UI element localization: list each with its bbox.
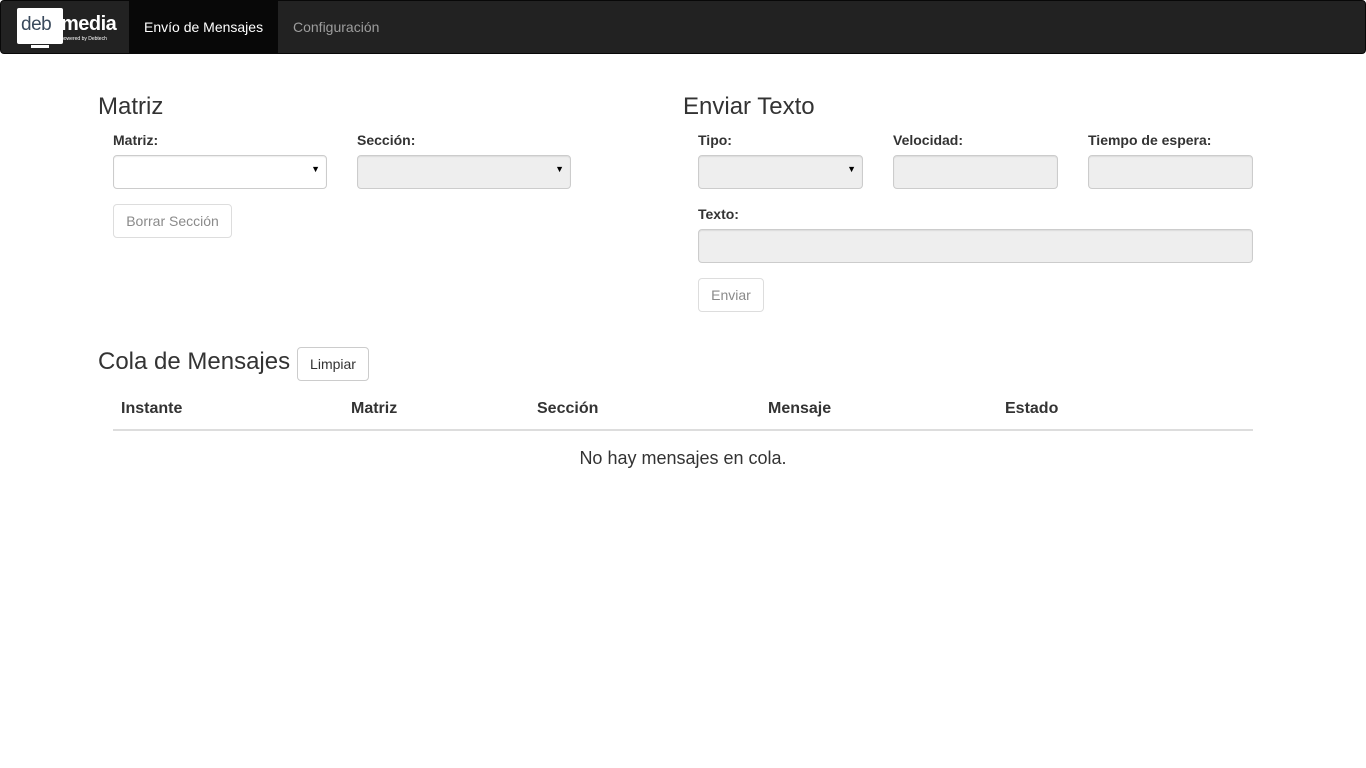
logo-deb-text: deb bbox=[21, 14, 52, 35]
column-header-mensaje: Mensaje bbox=[768, 400, 832, 417]
matriz-heading: Matriz bbox=[98, 93, 164, 120]
brand-logo[interactable]: deb media powered by Debtech bbox=[17, 8, 117, 48]
velocidad-label: Velocidad: bbox=[893, 132, 964, 148]
matriz-label: Matriz: bbox=[113, 132, 159, 148]
chevron-down-icon: ▼ bbox=[555, 164, 564, 174]
top-navbar: deb media powered by Debtech Envío de Me… bbox=[0, 0, 1366, 54]
tiempo-espera-input[interactable] bbox=[1088, 155, 1253, 189]
column-header-seccion: Sección bbox=[537, 400, 599, 417]
tiempo-espera-label: Tiempo de espera: bbox=[1088, 132, 1212, 148]
column-header-estado: Estado bbox=[1005, 400, 1059, 417]
tipo-select[interactable]: ▼ bbox=[698, 155, 863, 189]
chevron-down-icon: ▼ bbox=[847, 164, 856, 174]
logo-media-text: media bbox=[61, 13, 117, 35]
tipo-label: Tipo: bbox=[698, 132, 732, 148]
column-header-instante: Instante bbox=[121, 400, 183, 417]
enviar-button[interactable]: Enviar bbox=[698, 278, 764, 312]
limpiar-button[interactable]: Limpiar bbox=[297, 347, 369, 381]
logo-powered-text: powered by Debtech bbox=[61, 36, 107, 42]
empty-queue-message: No hay mensajes en cola. bbox=[579, 448, 787, 468]
column-header-matriz: Matriz bbox=[351, 400, 398, 417]
borrar-seccion-button[interactable]: Borrar Sección bbox=[113, 204, 232, 238]
enviar-texto-heading: Enviar Texto bbox=[683, 93, 815, 120]
velocidad-input[interactable] bbox=[893, 155, 1058, 189]
texto-label: Texto: bbox=[698, 206, 739, 222]
nav-envio-mensajes[interactable]: Envío de Mensajes bbox=[129, 1, 278, 53]
cola-mensajes-heading: Cola de Mensajes bbox=[98, 348, 291, 375]
table-header-divider bbox=[113, 429, 1253, 431]
logo-stand bbox=[31, 45, 49, 48]
texto-input[interactable] bbox=[698, 229, 1253, 263]
seccion-select[interactable]: ▼ bbox=[357, 155, 571, 189]
seccion-label: Sección: bbox=[357, 132, 416, 148]
matriz-select[interactable]: ▼ bbox=[113, 155, 327, 189]
chevron-down-icon: ▼ bbox=[311, 164, 320, 174]
nav-configuracion[interactable]: Configuración bbox=[278, 1, 394, 53]
